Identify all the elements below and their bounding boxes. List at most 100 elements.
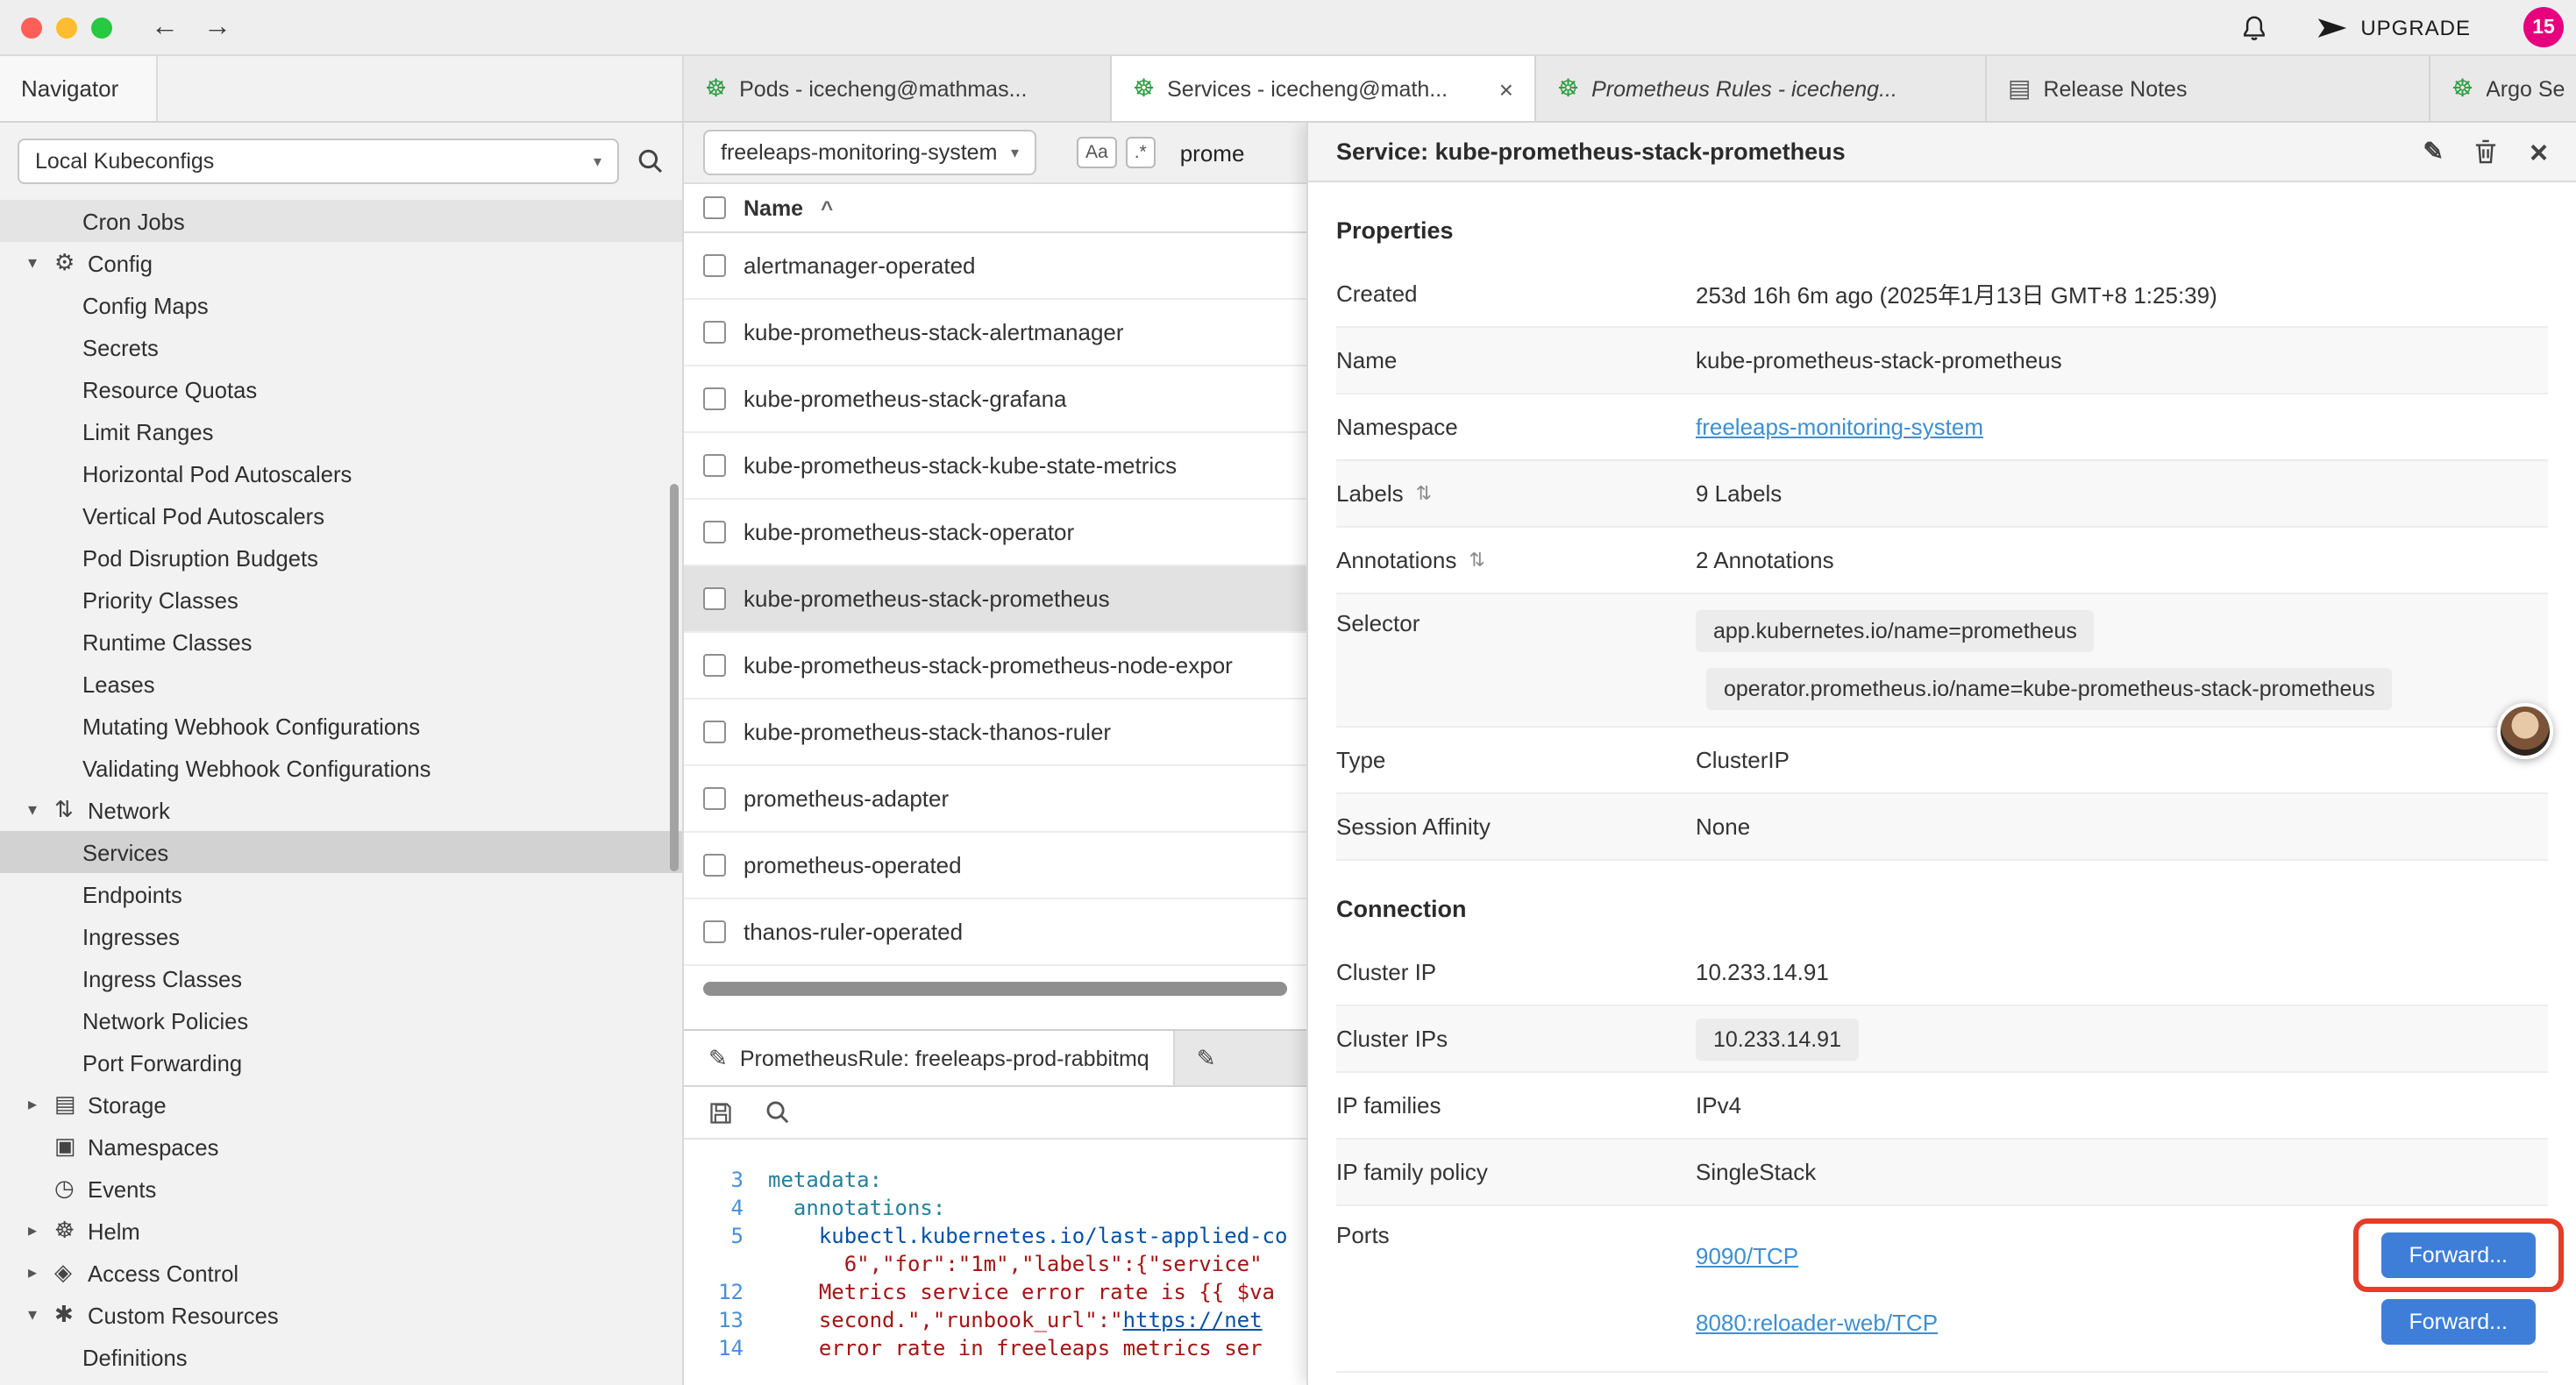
sidebar-search-icon[interactable] <box>637 147 665 175</box>
sidebar-item-network-policies[interactable]: Network Policies <box>0 999 682 1041</box>
horizontal-scrollbar[interactable] <box>703 982 1287 996</box>
sidebar-item-custom-resources[interactable]: ▾✱Custom Resources <box>0 1294 682 1336</box>
dock-tab-prometheusrule[interactable]: ✎ PrometheusRule: freeleaps-prod-rabbitm… <box>684 1031 1176 1085</box>
namespace-link[interactable]: freeleaps-monitoring-system <box>1696 414 1983 440</box>
expand-toggle-icon[interactable]: ⇅ <box>1469 549 1484 572</box>
regex-toggle[interactable]: .* <box>1126 137 1156 168</box>
edit-pencil-icon[interactable]: ✎ <box>2423 137 2444 167</box>
sidebar-item-label: Config <box>88 250 153 276</box>
detail-value: None <box>1696 813 1750 840</box>
namespace-select[interactable]: freeleaps-monitoring-system ▾ <box>703 130 1036 175</box>
sidebar-item-services[interactable]: Services <box>0 831 682 873</box>
tab-pods-icecheng-mathmas[interactable]: ☸Pods - icecheng@mathmas... <box>684 56 1112 121</box>
select-all-checkbox[interactable] <box>703 196 726 219</box>
close-icon[interactable]: × <box>2530 136 2548 167</box>
drawer-header: Service: kube-prometheus-stack-prometheu… <box>1308 123 2576 182</box>
sidebar-item-access-control[interactable]: ▸◈Access Control <box>0 1252 682 1294</box>
notification-count-badge[interactable]: 15 <box>2523 7 2564 47</box>
sidebar-item-label: Mutating Webhook Configurations <box>82 713 420 739</box>
sidebar-item-config[interactable]: ▾⚙Config <box>0 242 682 284</box>
row-checkbox[interactable] <box>703 654 726 677</box>
sidebar-item-limit-ranges[interactable]: Limit Ranges <box>0 410 682 452</box>
sidebar-item-resource-quotas[interactable]: Resource Quotas <box>0 368 682 410</box>
sidebar-item-vertical-pod-autoscalers[interactable]: Vertical Pod Autoscalers <box>0 494 682 536</box>
tab-navigator[interactable]: Navigator <box>0 56 158 121</box>
delete-trash-icon[interactable] <box>2475 138 2498 165</box>
search-input[interactable]: prome <box>1180 139 1245 166</box>
sidebar-item-events[interactable]: ◷Events <box>0 1168 682 1210</box>
namespaces-icon: ▣ <box>54 1133 88 1161</box>
row-checkbox[interactable] <box>703 587 726 610</box>
sidebar-item-validating-webhook-configurations[interactable]: Validating Webhook Configurations <box>0 747 682 789</box>
sidebar-item-ingress-classes[interactable]: Ingress Classes <box>0 957 682 999</box>
sidebar-scrollbar[interactable] <box>670 484 679 871</box>
notifications-bell-icon[interactable] <box>2241 13 2267 41</box>
row-checkbox[interactable] <box>703 521 726 543</box>
close-window-button[interactable] <box>21 17 42 38</box>
row-checkbox[interactable] <box>703 454 726 477</box>
service-name-cell: kube-prometheus-stack-kube-state-metrics <box>744 452 1177 479</box>
sidebar-item-config-maps[interactable]: Config Maps <box>0 284 682 326</box>
chevron-down-icon[interactable]: ▾ <box>28 800 54 820</box>
back-button[interactable]: ← <box>151 11 179 43</box>
sidebar-item-label: Leases <box>82 671 155 697</box>
chevron-right-icon[interactable]: ▸ <box>28 1095 54 1114</box>
sidebar-item-endpoints[interactable]: Endpoints <box>0 873 682 915</box>
column-header-name[interactable]: Name <box>744 195 803 220</box>
kubeconfig-select[interactable]: Local Kubeconfigs ▾ <box>18 138 619 184</box>
sidebar-item-pod-disruption-budgets[interactable]: Pod Disruption Budgets <box>0 536 682 579</box>
sidebar-item-priority-classes[interactable]: Priority Classes <box>0 579 682 621</box>
row-checkbox[interactable] <box>703 920 726 943</box>
sidebar-item-runtime-classes[interactable]: Runtime Classes <box>0 621 682 663</box>
dock-tab-next-partial[interactable]: ✎ <box>1179 1031 1234 1085</box>
editor-search-icon[interactable] <box>765 1099 791 1126</box>
tab-argo-se[interactable]: ☸Argo Se <box>2430 56 2576 121</box>
chevron-right-icon[interactable]: ▸ <box>28 1221 54 1240</box>
port-link[interactable]: 9090/TCP <box>1696 1242 1798 1268</box>
sidebar-item-cron-jobs[interactable]: Cron Jobs <box>0 200 682 242</box>
expand-toggle-icon[interactable]: ⇅ <box>1416 482 1432 505</box>
sidebar-item-horizontal-pod-autoscalers[interactable]: Horizontal Pod Autoscalers <box>0 452 682 494</box>
row-checkbox[interactable] <box>703 254 726 277</box>
sidebar-item-namespaces[interactable]: ▣Namespaces <box>0 1126 682 1168</box>
upgrade-button[interactable]: UPGRADE <box>2316 15 2471 39</box>
row-checkbox[interactable] <box>703 321 726 344</box>
port-forward-button[interactable]: Forward... <box>2380 1299 2536 1345</box>
zoom-window-button[interactable] <box>91 17 112 38</box>
service-name-cell: kube-prometheus-stack-prometheus-node-ex… <box>744 652 1233 678</box>
sidebar-item-helm[interactable]: ▸☸Helm <box>0 1210 682 1252</box>
tab-prometheus-rules-icecheng[interactable]: ☸Prometheus Rules - icecheng... <box>1536 56 1987 121</box>
match-case-toggle[interactable]: Aa <box>1077 137 1117 168</box>
row-checkbox[interactable] <box>703 387 726 410</box>
chevron-right-icon[interactable]: ▸ <box>28 1263 54 1282</box>
sidebar-item-leases[interactable]: Leases <box>0 663 682 705</box>
row-checkbox[interactable] <box>703 854 726 877</box>
sidebar-item-definitions[interactable]: Definitions <box>0 1336 682 1378</box>
helm-icon: ☸ <box>54 1217 88 1245</box>
sidebar-item-network[interactable]: ▾⇅Network <box>0 789 682 831</box>
service-name-cell: kube-prometheus-stack-thanos-ruler <box>744 719 1111 745</box>
sidebar-item-mutating-webhook-configurations[interactable]: Mutating Webhook Configurations <box>0 705 682 747</box>
sidebar-item-port-forwarding[interactable]: Port Forwarding <box>0 1041 682 1083</box>
sort-ascending-icon[interactable]: ^ <box>821 195 833 220</box>
save-icon[interactable] <box>708 1100 733 1125</box>
row-checkbox[interactable] <box>703 721 726 743</box>
port-link[interactable]: 8080:reloader-web/TCP <box>1696 1309 1938 1335</box>
sidebar-item-label: Port Forwarding <box>82 1049 242 1076</box>
port-forward-button[interactable]: Forward... <box>2380 1232 2536 1278</box>
sidebar-item-storage[interactable]: ▸▤Storage <box>0 1083 682 1126</box>
tab-close-icon[interactable]: × <box>1499 75 1513 103</box>
forward-button[interactable]: → <box>203 11 231 43</box>
sidebar-item-label: Custom Resources <box>88 1302 279 1328</box>
minimize-window-button[interactable] <box>56 17 77 38</box>
tab-services-icecheng-math[interactable]: ☸Services - icecheng@math...× <box>1112 56 1536 121</box>
sidebar-item-secrets[interactable]: Secrets <box>0 326 682 368</box>
user-avatar[interactable] <box>2497 703 2553 759</box>
row-checkbox[interactable] <box>703 787 726 810</box>
line-number: 14 <box>684 1334 744 1362</box>
chevron-down-icon[interactable]: ▾ <box>28 1305 54 1325</box>
tab-release-notes[interactable]: ▤Release Notes <box>1987 56 2430 121</box>
sidebar-item-ingresses[interactable]: Ingresses <box>0 915 682 957</box>
chevron-down-icon[interactable]: ▾ <box>28 253 54 273</box>
kubernetes-icon: ☸ <box>705 74 727 103</box>
